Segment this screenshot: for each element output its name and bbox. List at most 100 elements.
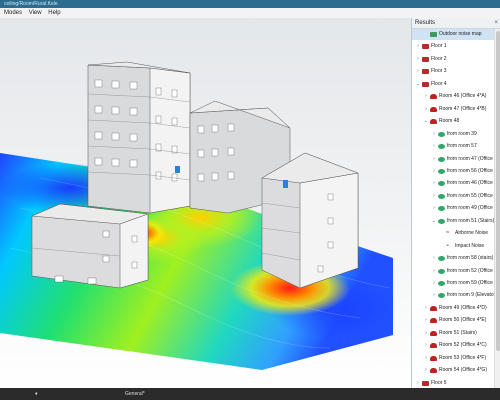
tree-item[interactable]: › from room 49 (Office 4 bbox=[412, 203, 495, 214]
tree-item[interactable]: › Room 53 (Office 4*F) bbox=[412, 353, 495, 364]
tree-item[interactable]: › from room 39 bbox=[412, 129, 495, 140]
tree-item-label: Impact Noise bbox=[455, 242, 485, 249]
chevron-right-icon[interactable]: › bbox=[431, 154, 437, 165]
source-icon bbox=[438, 281, 445, 286]
chevron-right-icon[interactable]: › bbox=[415, 378, 421, 388]
tree-item[interactable]: › Room 54 (Office 4*G) bbox=[412, 365, 495, 376]
chevron-right-icon[interactable]: › bbox=[415, 54, 421, 65]
chevron-right-icon[interactable]: › bbox=[423, 340, 429, 351]
noise-map-scene[interactable] bbox=[0, 18, 411, 388]
tree-item-label: Floor 3 bbox=[431, 68, 447, 75]
chevron-down-icon[interactable]: ⌄ bbox=[431, 216, 437, 227]
tree-item[interactable]: › from room 58 (stairs) bbox=[412, 253, 495, 264]
tree-item-label: Floor 1 bbox=[431, 43, 447, 50]
room-icon bbox=[430, 305, 437, 311]
chevron-right-icon[interactable]: › bbox=[431, 141, 437, 152]
sound-icon: ≈ bbox=[446, 230, 450, 237]
chevron-down-icon[interactable]: ⌄ bbox=[423, 116, 429, 127]
floor-icon bbox=[422, 380, 429, 386]
source-icon bbox=[438, 168, 445, 174]
chevron-right-icon[interactable]: › bbox=[423, 365, 429, 376]
building-right[interactable] bbox=[261, 152, 359, 289]
tree-item[interactable]: ⌁ Impact Noise bbox=[412, 241, 495, 252]
chevron-right-icon[interactable]: › bbox=[423, 315, 429, 326]
tree-item[interactable]: › from room 57 bbox=[412, 141, 495, 152]
tree-item[interactable]: › Room 52 (Office 4*C) bbox=[412, 340, 495, 351]
tree-item[interactable]: › from room 47 (Office 4 bbox=[412, 154, 495, 165]
tree-item-label: Room 54 (Office 4*G) bbox=[439, 367, 487, 374]
tree-item-label: Room 52 (Office 4*C) bbox=[439, 342, 487, 349]
tree-item[interactable]: › Floor 2 bbox=[412, 54, 495, 65]
chevron-right-icon[interactable]: › bbox=[431, 129, 437, 140]
tree-item-label: Room 48 bbox=[439, 118, 460, 125]
tree-item[interactable]: › Floor 3 bbox=[412, 66, 495, 77]
floor-icon bbox=[422, 44, 429, 50]
tree-item[interactable]: ⌄ from room 51 (Stairs) bbox=[412, 216, 495, 227]
chevron-right-icon[interactable]: › bbox=[431, 278, 437, 289]
building-front-left[interactable] bbox=[31, 203, 149, 289]
tree-item-label: from room 47 (Office 4 bbox=[447, 155, 495, 162]
tree-item[interactable]: › Room 49 (Office 4*D) bbox=[412, 303, 495, 314]
chevron-right-icon[interactable]: › bbox=[431, 203, 437, 214]
tree-item[interactable]: › Room 46 (Office 4*A) bbox=[412, 91, 495, 102]
room-icon bbox=[430, 318, 437, 324]
tree-item[interactable]: › from room 9 (Elevator) bbox=[412, 290, 495, 301]
tree-item[interactable]: ≈ Airborne Noise bbox=[412, 228, 495, 239]
chevron-right-icon[interactable]: › bbox=[415, 41, 421, 52]
source-icon bbox=[438, 206, 445, 212]
source-icon bbox=[438, 193, 445, 199]
tree-item[interactable]: › from room 59 (Office 5 bbox=[412, 278, 495, 289]
tree-item-label: from room 57 bbox=[447, 143, 477, 150]
tree-item-label: from room 55 (Office 5 bbox=[447, 192, 495, 199]
menu-help[interactable]: Help bbox=[48, 8, 65, 18]
room-icon bbox=[430, 330, 437, 336]
floor-icon bbox=[422, 81, 429, 87]
status-mode: General* bbox=[125, 391, 145, 397]
chevron-right-icon[interactable]: › bbox=[423, 91, 429, 102]
chevron-right-icon[interactable]: › bbox=[431, 191, 437, 202]
tree-item[interactable]: › Floor 1 bbox=[412, 41, 495, 52]
tree-item-label: Airborne Noise bbox=[455, 230, 489, 237]
3d-viewport[interactable] bbox=[0, 18, 411, 388]
sound-icon: ⌁ bbox=[446, 242, 450, 249]
chevron-right-icon[interactable]: › bbox=[431, 290, 437, 301]
tree-item[interactable]: › Room 47 (Office 4*B) bbox=[412, 104, 495, 115]
tree-item[interactable]: Outdoor noise map bbox=[412, 29, 495, 40]
tree-item[interactable]: › from room 52 (Office 4 bbox=[412, 266, 495, 277]
source-icon bbox=[438, 156, 445, 162]
tree-item-label: Room 47 (Office 4*B) bbox=[439, 105, 487, 112]
tree-item[interactable]: ⌄ Floor 4 bbox=[412, 79, 495, 90]
menu-view[interactable]: View bbox=[29, 8, 47, 18]
chevron-right-icon[interactable]: › bbox=[431, 178, 437, 189]
chevron-right-icon[interactable]: › bbox=[431, 253, 437, 264]
menu-modes[interactable]: Modes bbox=[0, 8, 27, 18]
chevron-right-icon[interactable]: › bbox=[431, 266, 437, 277]
results-tree[interactable]: Outdoor noise map › Floor 1 › Floor 2 › Floor … bbox=[412, 29, 495, 388]
chevron-right-icon[interactable]: › bbox=[423, 104, 429, 115]
room-icon bbox=[430, 368, 437, 374]
tree-item[interactable]: › from room 46 (Office 4 bbox=[412, 178, 495, 189]
tree-item[interactable]: › Floor 5 bbox=[412, 378, 495, 388]
floor-icon bbox=[422, 56, 429, 62]
tree-item-label: from room 58 (stairs) bbox=[447, 255, 494, 262]
tree-item[interactable]: ⌄ Room 48 bbox=[412, 116, 495, 127]
tree-item[interactable]: › Room 50 (Office 4*E) bbox=[412, 315, 495, 326]
building-tower[interactable] bbox=[87, 61, 191, 214]
scrollbar-thumb[interactable] bbox=[496, 31, 500, 351]
tree-item[interactable]: › Room 51 (Stairs) bbox=[412, 328, 495, 339]
chevron-right-icon[interactable]: › bbox=[415, 66, 421, 77]
tree-item-label: from room 49 (Office 4 bbox=[447, 205, 495, 212]
chevron-right-icon[interactable]: › bbox=[423, 328, 429, 339]
status-bar: ♦ General* bbox=[0, 388, 500, 400]
chevron-right-icon[interactable]: › bbox=[423, 303, 429, 314]
tree-item-label: Outdoor noise map bbox=[439, 31, 482, 37]
tree-item[interactable]: › from room 55 (Office 5 bbox=[412, 191, 495, 202]
results-scrollbar[interactable] bbox=[494, 29, 500, 388]
tree-item-label: from room 46 (Office 4 bbox=[447, 180, 495, 187]
close-icon[interactable]: × bbox=[494, 18, 498, 28]
tree-item[interactable]: › from room 56 (Office 5 bbox=[412, 166, 495, 177]
chevron-right-icon[interactable]: › bbox=[431, 166, 437, 177]
chevron-down-icon[interactable]: ⌄ bbox=[415, 79, 421, 90]
results-header: Results × bbox=[412, 18, 500, 29]
chevron-right-icon[interactable]: › bbox=[423, 353, 429, 364]
